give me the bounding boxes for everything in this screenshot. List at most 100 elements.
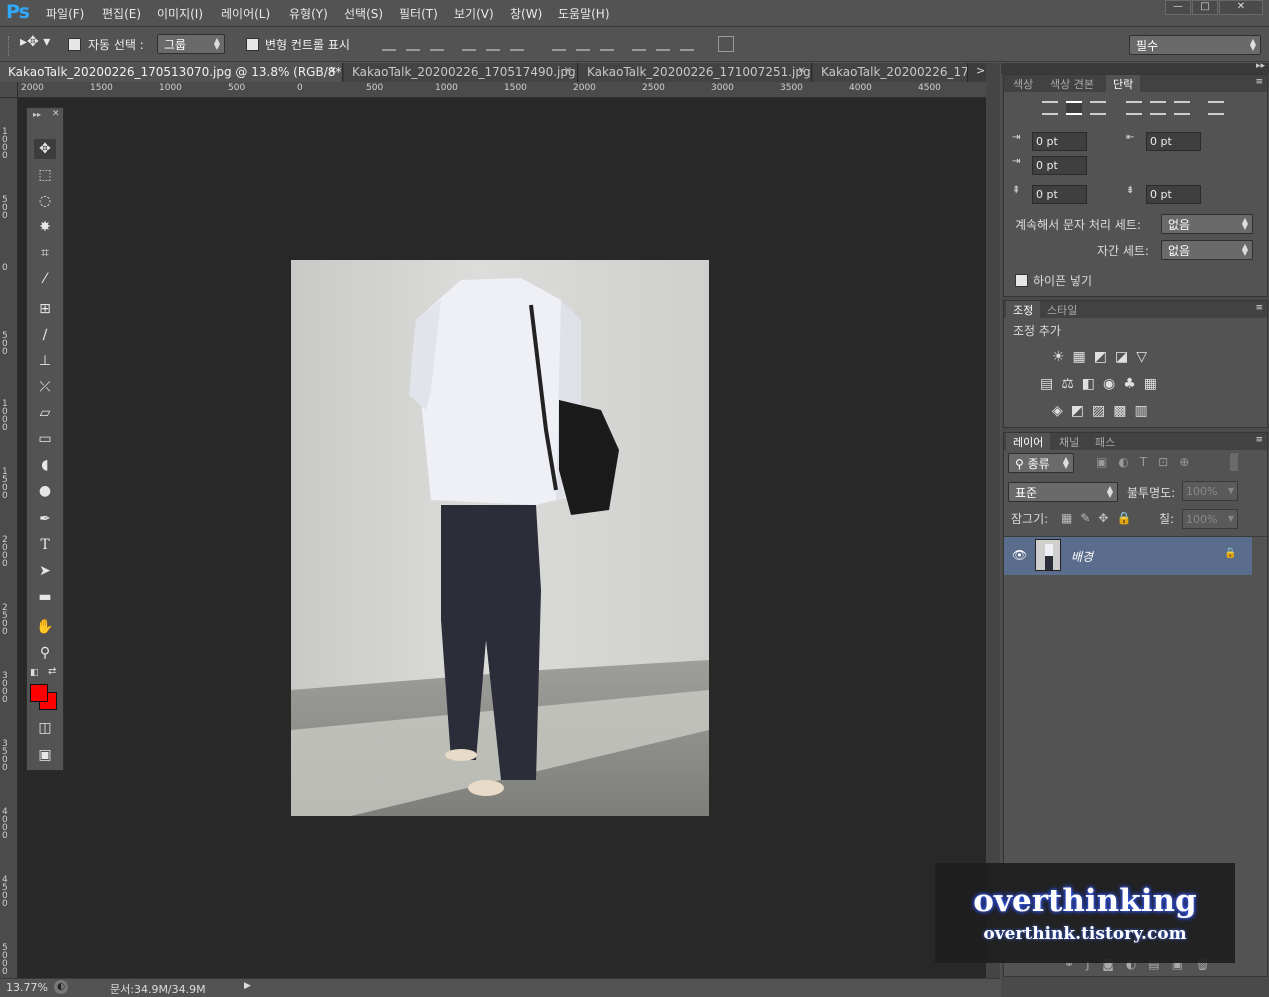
minimize-button[interactable]: —: [1165, 0, 1191, 15]
zoom-level[interactable]: 13.77%: [6, 981, 48, 994]
align-top-icon[interactable]: [382, 37, 396, 51]
lock-icons[interactable]: ▦✎✥🔒: [1061, 511, 1139, 525]
menu-window[interactable]: 창(W): [510, 5, 542, 22]
space-after-input[interactable]: 0 pt: [1146, 185, 1201, 204]
eyedropper-tool-icon[interactable]: ⁄: [34, 269, 56, 289]
menu-help[interactable]: 도움말(H): [558, 5, 610, 22]
healing-brush-tool-icon[interactable]: ⊞: [34, 299, 56, 319]
justify-all-icon[interactable]: [1208, 101, 1224, 115]
collapse-panels-icon[interactable]: ▸▸: [1256, 61, 1265, 71]
panel-menu-icon[interactable]: ≡: [1255, 77, 1263, 87]
zoom-tool-icon[interactable]: ⚲: [34, 643, 56, 663]
distribute-top-icon[interactable]: [552, 37, 566, 51]
tab-adjustments[interactable]: 조정: [1006, 301, 1041, 318]
status-menu-arrow-icon[interactable]: ▶: [244, 981, 251, 991]
distribute-left-icon[interactable]: [632, 37, 646, 51]
distribute-right-icon[interactable]: [680, 37, 694, 51]
pen-tool-icon[interactable]: ✒: [34, 509, 56, 529]
distribute-vcenter-icon[interactable]: [576, 37, 590, 51]
adjustment-icons-row-1[interactable]: ☀▦◩◪▽: [1052, 349, 1155, 365]
close-toolbox-icon[interactable]: ✕: [52, 109, 60, 119]
vertical-scrollbar[interactable]: [986, 63, 1000, 978]
menu-type[interactable]: 유형(Y): [289, 5, 328, 22]
magic-wand-tool-icon[interactable]: ✸: [34, 217, 56, 237]
menu-view[interactable]: 보기(V): [454, 5, 494, 22]
tab-paragraph[interactable]: 단락: [1106, 75, 1141, 92]
blur-tool-icon[interactable]: ◖: [34, 455, 56, 475]
tab-color[interactable]: 색상: [1006, 75, 1040, 92]
screen-mode-icon[interactable]: ▣: [34, 745, 56, 765]
swap-colors-icon[interactable]: ⇄: [48, 666, 56, 677]
layer-name[interactable]: 배경: [1071, 548, 1093, 565]
menu-layer[interactable]: 레이어(L): [221, 5, 270, 22]
clone-stamp-tool-icon[interactable]: ⊥: [34, 351, 56, 371]
eye-visibility-icon[interactable]: 👁: [1012, 548, 1027, 562]
distribute-bottom-icon[interactable]: [600, 37, 614, 51]
history-brush-tool-icon[interactable]: ⤫: [34, 377, 56, 397]
align-right-text-icon[interactable]: [1090, 101, 1106, 115]
restore-button[interactable]: □: [1192, 0, 1218, 15]
menu-filter[interactable]: 필터(T): [399, 5, 438, 22]
menu-select[interactable]: 선택(S): [344, 5, 383, 22]
rectangle-tool-icon[interactable]: ▬: [34, 587, 56, 607]
grip-handle[interactable]: [8, 36, 12, 56]
tab-layers[interactable]: 레이어: [1006, 433, 1051, 450]
eraser-tool-icon[interactable]: ▱: [34, 403, 56, 423]
menu-file[interactable]: 파일(F): [46, 5, 84, 22]
blend-mode-dropdown[interactable]: 표준 ▲ ▼: [1008, 482, 1118, 502]
align-vcenter-icon[interactable]: [406, 37, 420, 51]
mojikumi-dropdown[interactable]: 없음 ▲ ▼: [1161, 240, 1253, 260]
gradient-tool-icon[interactable]: ▭: [34, 429, 56, 449]
opacity-input[interactable]: 100% ▼: [1182, 481, 1238, 501]
justify-right-icon[interactable]: [1174, 101, 1190, 115]
path-selection-tool-icon[interactable]: ➤: [34, 561, 56, 581]
align-left-icon[interactable]: [462, 37, 476, 51]
lasso-tool-icon[interactable]: ◌: [34, 191, 56, 211]
panel-menu-icon[interactable]: ≡: [1255, 303, 1263, 313]
space-before-input[interactable]: 0 pt: [1032, 185, 1087, 204]
dodge-tool-icon[interactable]: ●: [34, 481, 56, 501]
align-hcenter-icon[interactable]: [486, 37, 500, 51]
auto-align-icon[interactable]: [718, 36, 734, 52]
auto-select-checkbox[interactable]: [68, 38, 81, 51]
adjustment-icons-row-2[interactable]: ▤⚖◧◉♣▦: [1040, 376, 1165, 392]
foreground-color-swatch[interactable]: [30, 684, 48, 702]
status-info-icon[interactable]: ◐: [54, 980, 68, 994]
tab-styles[interactable]: 스타일: [1040, 301, 1084, 318]
auto-select-dropdown[interactable]: 그룹 ▲ ▼: [157, 34, 225, 54]
indent-left-input[interactable]: 0 pt: [1032, 132, 1087, 151]
align-left-text-icon[interactable]: [1042, 101, 1058, 115]
kinsoku-dropdown[interactable]: 없음 ▲ ▼: [1161, 214, 1253, 234]
vertical-ruler[interactable]: 1000 500 0 500 1000 1500 2000 2500 3000 …: [0, 98, 18, 978]
horizontal-ruler[interactable]: 2000 1500 1000 500 0 500 1000 1500 2000 …: [18, 82, 986, 98]
workspace-dropdown[interactable]: 필수 ▲ ▼: [1129, 35, 1261, 55]
justify-left-icon[interactable]: [1126, 101, 1142, 115]
transform-controls-checkbox[interactable]: [246, 38, 259, 51]
indent-right-input[interactable]: 0 pt: [1146, 132, 1201, 151]
align-center-text-icon[interactable]: [1066, 101, 1082, 115]
close-icon[interactable]: ×: [564, 65, 572, 76]
quick-mask-icon[interactable]: ◫: [34, 718, 56, 738]
menu-edit[interactable]: 편집(E): [102, 5, 141, 22]
default-colors-icon[interactable]: ◧: [30, 668, 39, 678]
collapse-toolbox-icon[interactable]: ▸▸: [33, 110, 41, 119]
document-image[interactable]: [291, 260, 709, 816]
panel-menu-icon[interactable]: ≡: [1255, 435, 1263, 445]
marquee-tool-icon[interactable]: ⬚: [34, 165, 56, 185]
tab-channels[interactable]: 채널: [1052, 433, 1086, 450]
tab-paths[interactable]: 패스: [1088, 433, 1122, 450]
close-window-button[interactable]: ✕: [1219, 0, 1263, 15]
tab-swatches[interactable]: 색상 견본: [1043, 75, 1101, 92]
tab-document-3[interactable]: KakaoTalk_20200226_171007251.jpg ×: [579, 63, 812, 82]
menu-image[interactable]: 이미지(I): [157, 5, 203, 22]
close-icon[interactable]: ×: [798, 65, 806, 76]
hand-tool-icon[interactable]: ✋: [34, 617, 56, 637]
tab-document-1[interactable]: KakaoTalk_20200226_170513070.jpg @ 13.8%…: [0, 63, 343, 82]
close-icon[interactable]: ×: [329, 65, 337, 76]
fill-input[interactable]: 100% ▼: [1182, 509, 1238, 529]
ruler-origin[interactable]: [0, 82, 18, 98]
adjustment-icons-row-3[interactable]: ◈◩▨▩▥: [1052, 403, 1156, 419]
layer-row-background[interactable]: 👁 배경 🔒: [1004, 537, 1252, 575]
move-tool-preset-icon[interactable]: ▸✥ ▾: [20, 34, 50, 50]
filter-toggle[interactable]: [1230, 453, 1238, 471]
